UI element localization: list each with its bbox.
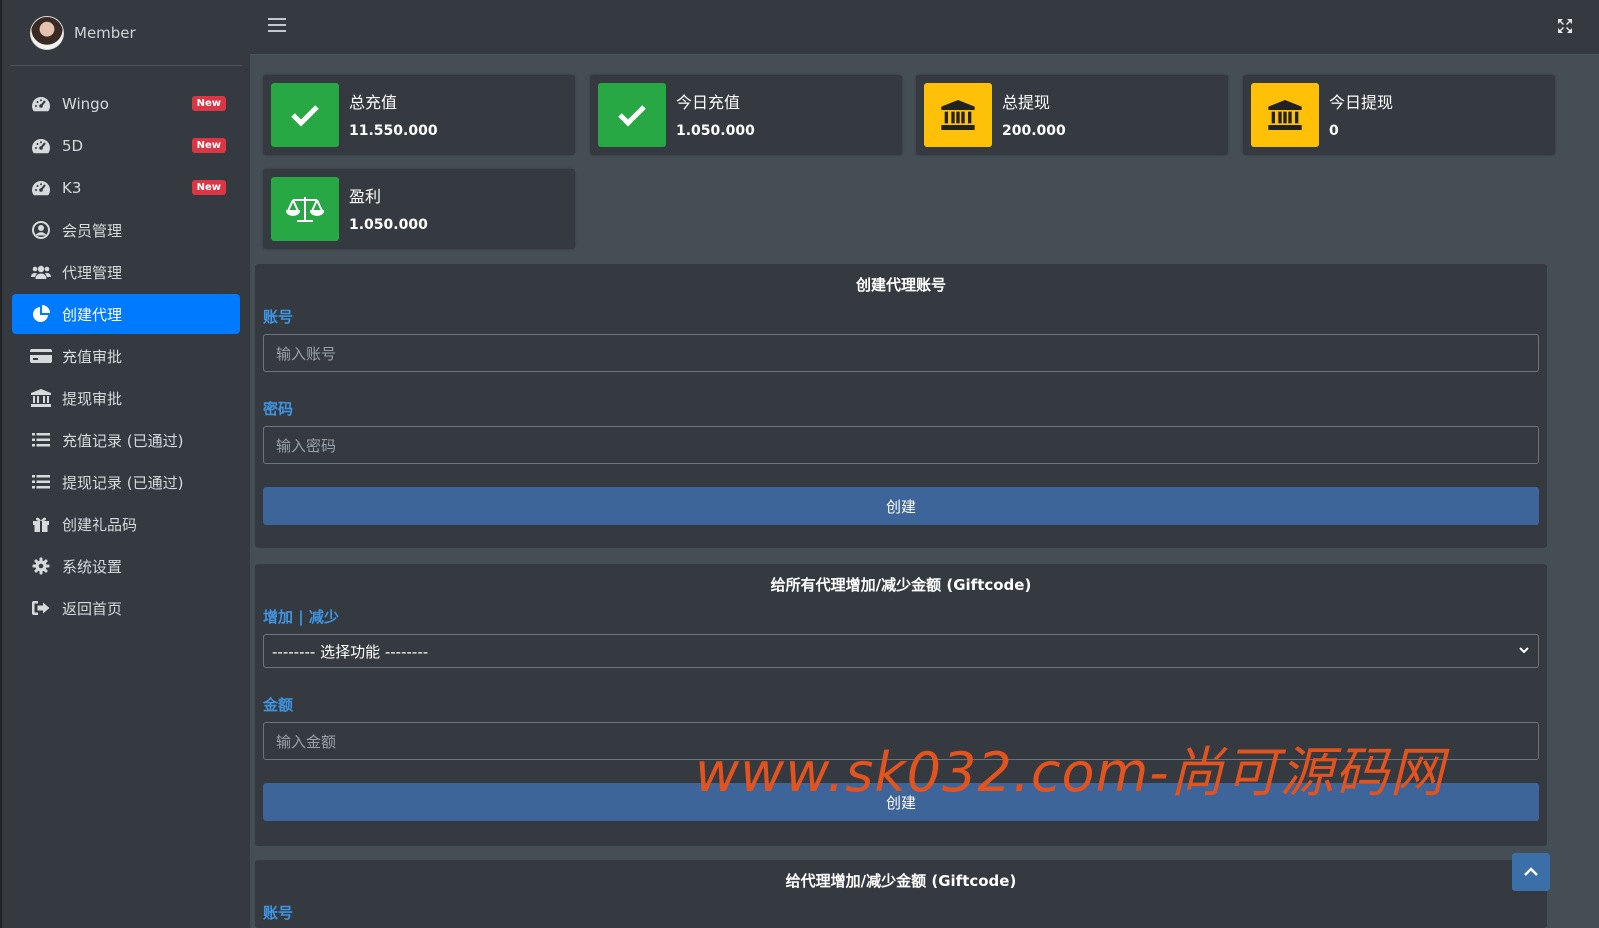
chevron-up-icon: [1524, 867, 1538, 876]
stat-label: 总充值: [349, 93, 398, 112]
stat-value: 1.050.000: [676, 123, 755, 139]
sidebar-item-create-giftcode[interactable]: 创建礼品码: [12, 504, 240, 544]
list-icon: [30, 472, 52, 492]
account-label: 账号: [263, 308, 294, 326]
avatar: [30, 15, 64, 50]
sidebar-item-recharge-records[interactable]: 充值记录 (已通过): [12, 420, 240, 460]
password-label: 密码: [263, 400, 294, 418]
stat-value: 0: [1329, 123, 1339, 139]
sidebar-item-label: 创建代理: [62, 305, 123, 324]
check-icon: [598, 83, 666, 147]
card-title: 给所有代理增加/减少金额 (Giftcode): [770, 576, 1032, 594]
list-icon: [30, 430, 52, 450]
new-badge: New: [191, 96, 226, 111]
menu-toggle-icon[interactable]: [268, 18, 286, 34]
sidebar-nav: Wingo New 5D New K3 New 会员管理 代理管理 创建代理 充…: [2, 84, 250, 628]
stat-box-total-withdraw: 总提现 200.000: [916, 75, 1228, 155]
sidebar-item-members[interactable]: 会员管理: [12, 210, 240, 250]
card-title: 给代理增加/减少金额 (Giftcode): [785, 872, 1017, 890]
sidebar-item-back-home[interactable]: 返回首页: [12, 588, 240, 628]
account-input[interactable]: 输入账号: [263, 334, 1539, 372]
check-icon: [271, 83, 339, 147]
create-agent-button[interactable]: 创建: [263, 487, 1539, 525]
sidebar-item-withdraw-approval[interactable]: 提现审批: [12, 378, 240, 418]
sidebar-item-label: Wingo: [62, 95, 109, 113]
amount-label: 金额: [263, 696, 294, 714]
sidebar-item-label: 充值审批: [62, 347, 123, 366]
stat-label: 今日充值: [676, 93, 741, 112]
sidebar: Member Wingo New 5D New K3 New 会员管理 代理管理…: [0, 0, 250, 928]
mode-label: 增加 | 减少: [263, 608, 339, 626]
stat-value: 11.550.000: [349, 123, 438, 139]
sidebar-item-label: 会员管理: [62, 221, 123, 240]
sidebar-item-label: 创建礼品码: [62, 515, 138, 534]
account-label: 账号: [263, 904, 294, 922]
sidebar-item-label: 5D: [62, 137, 84, 155]
stat-box-today-recharge: 今日充值 1.050.000: [590, 75, 902, 155]
stat-label: 今日提现: [1329, 93, 1394, 112]
users-icon: [30, 262, 52, 282]
fullscreen-icon[interactable]: [1557, 18, 1573, 34]
sidebar-item-label: K3: [62, 179, 82, 197]
sidebar-item-agents[interactable]: 代理管理: [12, 252, 240, 292]
stat-value: 200.000: [1002, 123, 1066, 139]
sidebar-item-label: 提现审批: [62, 389, 123, 408]
create-agent-card: 创建代理账号 账号 输入账号 密码 输入密码 创建: [255, 264, 1547, 548]
stat-label: 总提现: [1002, 93, 1051, 112]
agent-giftcode-card: 给代理增加/减少金额 (Giftcode) 账号: [255, 860, 1547, 928]
new-badge: New: [191, 138, 226, 153]
sidebar-item-label: 返回首页: [62, 599, 123, 618]
new-badge: New: [191, 180, 226, 195]
sidebar-item-recharge-approval[interactable]: 充值审批: [12, 336, 240, 376]
stat-box-total-recharge: 总充值 11.550.000: [263, 75, 575, 155]
balance-scale-icon: [271, 177, 339, 241]
sidebar-item-label: 充值记录 (已通过): [62, 431, 184, 450]
card-title: 创建代理账号: [855, 276, 946, 294]
sidebar-item-k3[interactable]: K3 New: [12, 168, 240, 208]
sidebar-item-create-agent[interactable]: 创建代理: [12, 294, 240, 334]
sidebar-item-label: 提现记录 (已通过): [62, 473, 184, 492]
password-input[interactable]: 输入密码: [263, 426, 1539, 464]
pie-chart-icon: [30, 304, 52, 324]
mode-select[interactable]: -------- 选择功能 --------: [263, 634, 1539, 668]
watermark: www.sk032.com-尚可源码网: [695, 741, 1445, 804]
stat-value: 1.050.000: [349, 217, 428, 233]
chevron-down-icon: [1519, 647, 1529, 654]
top-navbar: [250, 0, 1599, 55]
user-circle-icon: [30, 220, 52, 240]
back-to-top-button[interactable]: [1512, 853, 1550, 891]
user-panel[interactable]: Member: [10, 0, 242, 66]
gear-icon: [30, 556, 52, 576]
gift-icon: [30, 514, 52, 534]
stat-box-today-withdraw: 今日提现 0: [1243, 75, 1555, 155]
sidebar-item-settings[interactable]: 系统设置: [12, 546, 240, 586]
stat-label: 盈利: [349, 187, 382, 206]
stat-box-profit: 盈利 1.050.000: [263, 169, 575, 249]
sidebar-item-wingo[interactable]: Wingo New: [12, 84, 240, 124]
sidebar-item-label: 代理管理: [62, 263, 123, 282]
sign-out-icon: [30, 598, 52, 618]
tachometer-icon: [30, 94, 52, 114]
sidebar-item-5d[interactable]: 5D New: [12, 126, 240, 166]
bank-icon: [30, 388, 52, 408]
mode-selected-value: -------- 选择功能 --------: [272, 642, 429, 661]
tachometer-icon: [30, 178, 52, 198]
credit-card-icon: [30, 346, 52, 366]
tachometer-icon: [30, 136, 52, 156]
bank-icon: [1251, 83, 1319, 147]
sidebar-item-label: 系统设置: [62, 557, 123, 576]
user-name: Member: [74, 23, 136, 42]
sidebar-item-withdraw-records[interactable]: 提现记录 (已通过): [12, 462, 240, 502]
bank-icon: [924, 83, 992, 147]
